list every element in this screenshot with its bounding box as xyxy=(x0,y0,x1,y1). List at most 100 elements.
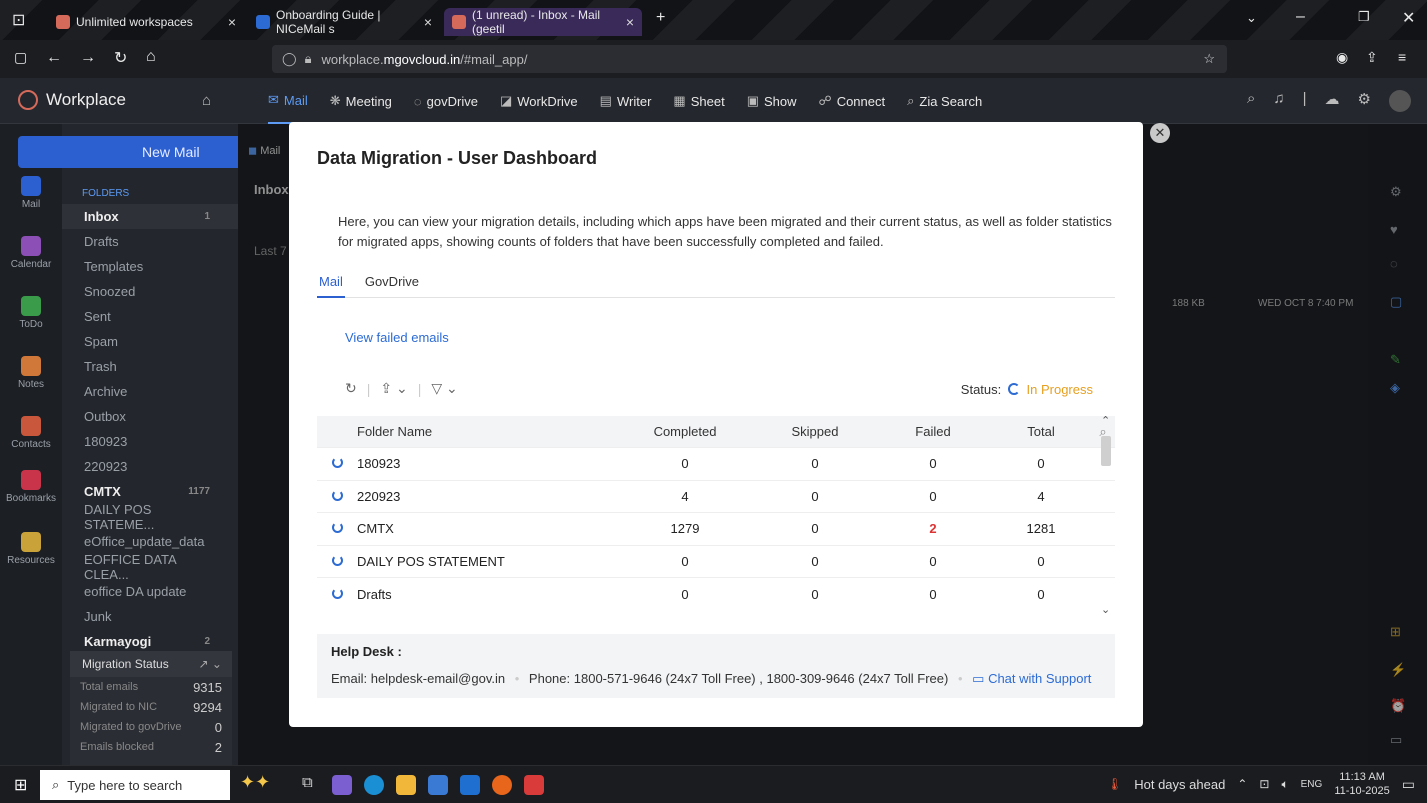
folder-item[interactable]: 220923 xyxy=(62,454,238,479)
close-window-icon[interactable]: ✕ xyxy=(1402,8,1415,28)
folder-item[interactable]: CMTX 1177 xyxy=(62,479,238,504)
copilot-icon[interactable] xyxy=(332,775,352,795)
nav-meeting[interactable]: ❋ Meeting xyxy=(330,78,392,124)
language-indicator[interactable]: ENG xyxy=(1301,779,1323,790)
column-header[interactable]: Total xyxy=(991,424,1091,439)
column-header[interactable]: Completed xyxy=(615,424,755,439)
taskbar-search-input[interactable]: ⌕ Type here to search xyxy=(40,770,230,800)
folder-item[interactable]: Drafts xyxy=(62,229,238,254)
view-failed-emails-link[interactable]: View failed emails xyxy=(345,330,449,345)
rail-item-mail[interactable]: Mail xyxy=(0,176,62,210)
gear-icon[interactable]: ⚙ xyxy=(1358,90,1371,112)
column-header[interactable]: Skipped xyxy=(755,424,875,439)
helpdesk-email[interactable]: helpdesk-email@gov.in xyxy=(371,671,505,686)
folder-item[interactable]: Templates xyxy=(62,254,238,279)
file-explorer-icon[interactable] xyxy=(396,775,416,795)
forward-icon[interactable]: → xyxy=(80,49,96,67)
rail-item-resources[interactable]: Resources xyxy=(0,532,62,566)
folder-item[interactable]: eOffice_update_data xyxy=(62,529,238,554)
nav-connect[interactable]: ☍ Connect xyxy=(819,78,886,124)
tab-list-icon[interactable]: ⊡ xyxy=(12,10,25,30)
mail-app-icon[interactable] xyxy=(460,775,480,795)
nav-show[interactable]: ▣ Show xyxy=(747,78,797,124)
sparkle-icon[interactable]: ✦✦ xyxy=(240,772,270,793)
clock[interactable]: 11:13 AM 11-10-2025 xyxy=(1334,770,1389,798)
avatar[interactable] xyxy=(1389,90,1411,112)
scrollbar-thumb[interactable] xyxy=(1101,436,1111,466)
scroll-down-icon[interactable]: ⌄ xyxy=(1101,603,1110,616)
folder-item[interactable]: Outbox xyxy=(62,404,238,429)
tab-mail[interactable]: Mail xyxy=(317,272,345,298)
edge-icon[interactable] xyxy=(364,775,384,795)
extensions-icon[interactable]: ⇪ xyxy=(1366,49,1378,66)
filter-icon[interactable]: ▽ ⌄ xyxy=(431,380,457,397)
menu-icon[interactable]: ≡ xyxy=(1398,49,1406,65)
profile-icon[interactable]: ◉ xyxy=(1336,49,1348,66)
failed-count-link[interactable]: 2 xyxy=(875,521,991,536)
column-header[interactable]: Failed xyxy=(875,424,991,439)
close-tab-icon[interactable]: × xyxy=(228,14,236,30)
rail-item-notes[interactable]: Notes xyxy=(0,356,62,390)
export-icon[interactable]: ⇪ ⌄ xyxy=(380,380,407,397)
notifications-icon[interactable]: ▭ xyxy=(1402,776,1415,793)
new-tab-icon[interactable]: + xyxy=(656,9,665,27)
nav-workdrive[interactable]: ◪ WorkDrive xyxy=(500,78,578,124)
home-icon[interactable]: ⌂ xyxy=(146,48,156,66)
close-tab-icon[interactable]: × xyxy=(626,14,634,30)
folder-item[interactable]: 180923 xyxy=(62,429,238,454)
nav-sheet[interactable]: ▦ Sheet xyxy=(673,78,724,124)
restore-icon[interactable]: ❐ xyxy=(1358,9,1370,25)
tab-govdrive[interactable]: GovDrive xyxy=(363,272,421,298)
volume-icon[interactable]: 🔈︎ xyxy=(1281,777,1288,792)
migration-status-header[interactable]: Migration Status ↗ ⌄ xyxy=(70,651,232,677)
home-icon[interactable]: ⌂ xyxy=(202,92,211,109)
folder-item[interactable]: DAILY POS STATEME... xyxy=(62,502,238,532)
rail-item-todo[interactable]: ToDo xyxy=(0,296,62,330)
nav-writer[interactable]: ▤ Writer xyxy=(600,78,652,124)
adobe-icon[interactable] xyxy=(524,775,544,795)
store-icon[interactable] xyxy=(428,775,448,795)
weather-text[interactable]: Hot days ahead xyxy=(1134,777,1225,792)
rail-item-calendar[interactable]: Calendar xyxy=(0,236,62,270)
url-bar[interactable]: ◯ 🔒︎ workplace. mgovcloud.in/#mail_app/ ☆ xyxy=(272,45,1227,73)
search-icon[interactable]: ⌕ xyxy=(1247,90,1255,112)
chevron-down-icon[interactable]: ⌄ xyxy=(1246,10,1257,26)
new-mail-button[interactable]: New Mail xyxy=(18,136,272,168)
sidebar-icon[interactable]: ▢ xyxy=(14,49,27,66)
nav-mail[interactable]: ✉ Mail xyxy=(268,78,308,124)
bookmark-star-icon[interactable]: ☆ xyxy=(1203,51,1215,67)
network-icon[interactable]: ⊡ xyxy=(1259,777,1269,791)
folder-item[interactable]: Spam xyxy=(62,329,238,354)
bell-icon[interactable]: ♫ xyxy=(1273,90,1284,112)
folder-item[interactable]: Sent xyxy=(62,304,238,329)
table-scrollbar[interactable]: ⌃ ⌄ xyxy=(1099,415,1113,616)
folder-item[interactable]: Snoozed xyxy=(62,279,238,304)
folder-item[interactable]: EOFFICE DATA CLEA... xyxy=(62,552,238,582)
back-icon[interactable]: ← xyxy=(46,49,62,67)
refresh-icon[interactable]: ↻ xyxy=(345,380,357,397)
browser-tab-1[interactable]: Unlimited workspaces × xyxy=(48,8,244,36)
cloud-icon[interactable]: ☁ xyxy=(1325,90,1340,112)
scroll-up-icon[interactable]: ⌃ xyxy=(1101,414,1110,427)
rail-item-bookmarks[interactable]: Bookmarks xyxy=(0,470,62,504)
nav-zia-search[interactable]: ⌕ Zia Search xyxy=(907,78,982,124)
browser-tab-3[interactable]: (1 unread) - Inbox - Mail (geetil × xyxy=(444,8,642,36)
column-header[interactable]: Folder Name xyxy=(357,424,615,439)
reload-icon[interactable]: ↻ xyxy=(114,48,127,68)
tray-chevron-icon[interactable]: ⌃ xyxy=(1237,777,1247,791)
folder-item[interactable]: eoffice DA update xyxy=(62,579,238,604)
chat-with-support-link[interactable]: ▭ Chat with Support xyxy=(972,671,1091,686)
task-view-icon[interactable]: ⧉ xyxy=(302,774,313,791)
folder-item[interactable]: Junk xyxy=(62,604,238,629)
minimize-icon[interactable]: – xyxy=(1296,8,1305,26)
workplace-brand[interactable]: Workplace ⌂ xyxy=(18,90,211,110)
folder-item[interactable]: Inbox 1 xyxy=(62,204,238,229)
expand-icon[interactable]: ↗ ⌄ xyxy=(199,657,222,671)
close-modal-button[interactable]: ✕ xyxy=(1150,123,1170,143)
windows-start-icon[interactable]: ⊞ xyxy=(14,775,27,795)
browser-tab-2[interactable]: Onboarding Guide | NICeMail s × xyxy=(248,8,440,36)
rail-item-contacts[interactable]: Contacts xyxy=(0,416,62,450)
folder-item[interactable]: Trash xyxy=(62,354,238,379)
close-tab-icon[interactable]: × xyxy=(424,14,432,30)
firefox-icon[interactable] xyxy=(492,775,512,795)
